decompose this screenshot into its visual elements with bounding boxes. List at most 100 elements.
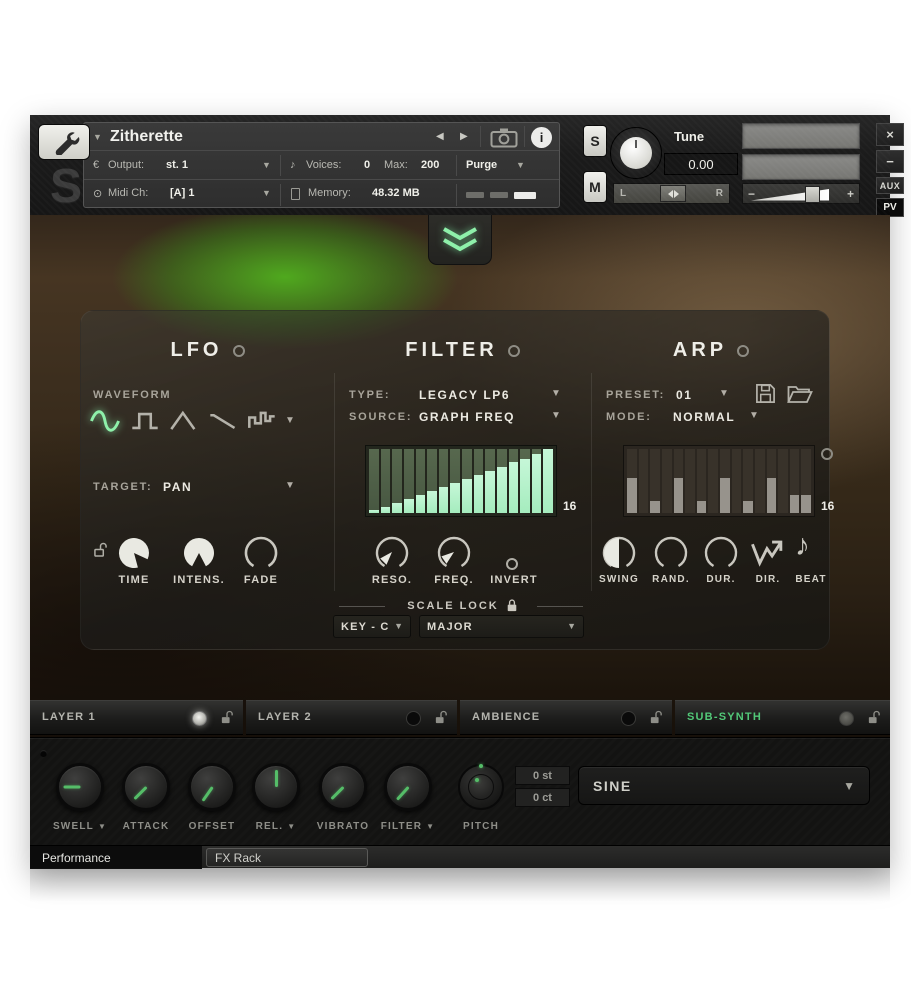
subsynth-wave-select[interactable]: SINE ▼ xyxy=(578,766,870,805)
layer1-lock-icon[interactable] xyxy=(221,710,233,725)
arp-swing-knob[interactable] xyxy=(599,533,639,573)
arp-power-toggle[interactable] xyxy=(737,345,749,357)
tab-fx-rack[interactable]: FX Rack xyxy=(206,848,368,867)
output-value[interactable]: st. 1 xyxy=(166,159,188,171)
collapse-panel-button[interactable] xyxy=(428,215,492,265)
arp-graph-option-toggle[interactable] xyxy=(821,448,833,460)
max-value[interactable]: 200 xyxy=(421,159,439,171)
filter-type-caret-icon[interactable]: ▼ xyxy=(551,389,561,399)
lfo-time-knob[interactable] xyxy=(114,533,154,573)
filter-frequency-knob[interactable] xyxy=(434,533,474,573)
arp-direction-icon[interactable] xyxy=(749,537,785,569)
lfo-unlock-icon[interactable] xyxy=(94,542,107,558)
arp-preset-caret-icon[interactable]: ▼ xyxy=(719,389,729,399)
release-knob[interactable] xyxy=(252,763,300,811)
filter-source-value[interactable]: GRAPH FREQ xyxy=(419,410,515,424)
tab-performance[interactable]: Performance xyxy=(30,846,202,869)
purge-caret-icon[interactable]: ▼ xyxy=(516,161,525,170)
ambience-led[interactable] xyxy=(621,711,636,726)
midi-value[interactable]: [A] 1 xyxy=(170,187,194,199)
lfo-fade-knob[interactable] xyxy=(241,533,281,573)
arp-mode-value[interactable]: NORMAL xyxy=(673,410,735,424)
close-button[interactable]: × xyxy=(876,123,904,146)
window-reflection xyxy=(30,868,890,902)
target-value[interactable]: PAN xyxy=(163,480,192,494)
ambience-lock-icon[interactable] xyxy=(650,710,662,725)
arp-mode-caret-icon[interactable]: ▼ xyxy=(749,411,759,421)
layer1-led[interactable] xyxy=(192,711,207,726)
layer-tab-ambience[interactable]: AMBIENCE xyxy=(460,700,672,735)
filter-amount-knob[interactable] xyxy=(384,763,432,811)
arp-duration-knob[interactable] xyxy=(701,533,741,573)
pan-slider[interactable]: L R xyxy=(613,183,730,204)
target-caret-icon[interactable]: ▼ xyxy=(285,481,295,491)
key-select[interactable]: KEY - C ▼ xyxy=(333,615,411,638)
midi-caret-icon[interactable]: ▼ xyxy=(262,189,271,198)
tune-knob[interactable] xyxy=(610,127,662,179)
prev-instrument-icon[interactable]: ◀ xyxy=(436,131,444,142)
filter-title: FILTER xyxy=(405,339,498,362)
volume-slider[interactable]: − + xyxy=(742,183,860,204)
scale-lock-icon[interactable] xyxy=(506,598,518,613)
filter-caret-icon[interactable]: ▼ xyxy=(426,823,435,831)
filter-type-value[interactable]: LEGACY LP6 xyxy=(419,388,510,402)
arp-preset-value[interactable]: 01 xyxy=(676,388,693,402)
filter-invert-label: INVERT xyxy=(484,574,544,586)
tune-value[interactable]: 0.00 xyxy=(664,153,738,175)
pitch-cent-value[interactable]: 0 ct xyxy=(515,788,570,807)
output-voices-row: € Output: st. 1 ▼ ♪ Voices: 0 Max: 200 P… xyxy=(84,152,559,180)
subsynth-led[interactable] xyxy=(839,711,854,726)
vibrato-label-row: VIBRATO xyxy=(308,821,378,832)
layer-tab-layer2[interactable]: LAYER 2 xyxy=(246,700,457,735)
info-button[interactable]: i xyxy=(531,127,552,148)
subsynth-lock-icon[interactable] xyxy=(868,710,880,725)
scale-select[interactable]: MAJOR ▼ xyxy=(419,615,584,638)
saw-wave-icon[interactable] xyxy=(208,407,238,435)
wave-select-caret-icon: ▼ xyxy=(843,780,855,792)
attack-knob[interactable] xyxy=(122,763,170,811)
wrench-tools-button[interactable] xyxy=(38,124,90,160)
lfo-intensity-label: INTENS. xyxy=(164,574,234,586)
minimize-button[interactable]: − xyxy=(876,150,904,173)
pitch-semitone-value[interactable]: 0 st xyxy=(515,766,570,785)
title-caret-icon[interactable]: ▼ xyxy=(93,133,102,142)
purge-label[interactable]: Purge xyxy=(466,159,497,171)
mute-button[interactable]: M xyxy=(583,171,607,203)
vibrato-knob[interactable] xyxy=(319,763,367,811)
filter-invert-toggle[interactable] xyxy=(506,558,518,570)
waveform-selector xyxy=(89,407,277,435)
save-preset-icon[interactable] xyxy=(755,383,776,404)
waveform-caret-icon[interactable]: ▼ xyxy=(285,416,295,426)
next-instrument-icon[interactable]: ▶ xyxy=(460,131,468,142)
layer2-led[interactable] xyxy=(406,711,421,726)
square-wave-icon[interactable] xyxy=(130,407,160,435)
filter-step-graph[interactable] xyxy=(365,445,557,517)
triangle-wave-icon[interactable] xyxy=(169,407,199,435)
sine-wave-icon[interactable] xyxy=(89,407,121,435)
swell-caret-icon[interactable]: ▼ xyxy=(98,823,107,831)
pan-handle[interactable] xyxy=(660,185,686,202)
subsynth-wave-value: SINE xyxy=(593,778,632,794)
release-caret-icon[interactable]: ▼ xyxy=(287,823,296,831)
filter-power-toggle[interactable] xyxy=(508,345,520,357)
layer-tab-layer1[interactable]: LAYER 1 xyxy=(30,700,243,735)
snapshot-camera-icon[interactable] xyxy=(490,127,518,148)
lfo-intensity-knob[interactable] xyxy=(179,533,219,573)
layer2-lock-icon[interactable] xyxy=(435,710,447,725)
pitch-knob[interactable] xyxy=(458,764,504,810)
lfo-power-toggle[interactable] xyxy=(233,345,245,357)
filter-resonance-knob[interactable] xyxy=(372,533,412,573)
arp-random-knob[interactable] xyxy=(651,533,691,573)
aux-button[interactable]: AUX xyxy=(876,177,904,194)
random-wave-icon[interactable] xyxy=(247,407,277,435)
arp-beat-note-icon[interactable]: ♪ xyxy=(795,529,810,563)
offset-knob[interactable] xyxy=(188,763,236,811)
filter-source-caret-icon[interactable]: ▼ xyxy=(551,411,561,421)
output-caret-icon[interactable]: ▼ xyxy=(262,161,271,170)
layer-tab-subsynth[interactable]: SUB-SYNTH xyxy=(675,700,890,735)
swell-knob[interactable] xyxy=(56,763,104,811)
load-preset-folder-icon[interactable] xyxy=(787,384,813,404)
solo-button[interactable]: S xyxy=(583,125,607,157)
volume-handle[interactable] xyxy=(805,186,820,203)
arp-pattern-graph[interactable] xyxy=(623,445,815,517)
